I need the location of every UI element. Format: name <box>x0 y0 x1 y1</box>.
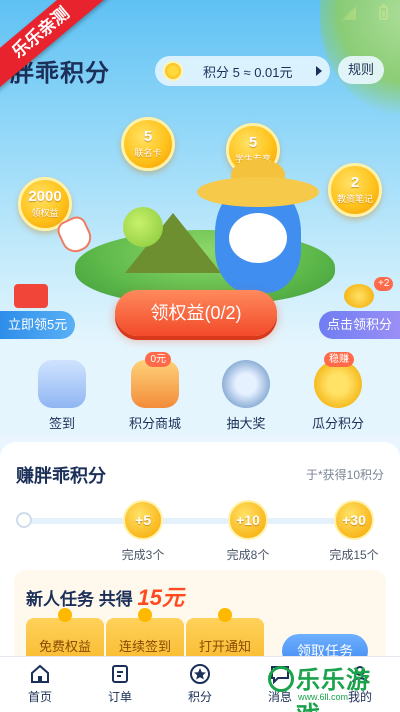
quick-action-badge: 0元 <box>145 352 171 367</box>
quick-actions: 签到 0元 积分商城 抽大奖 稳赚 瓜分积分 <box>0 345 400 435</box>
play-arrow-icon <box>316 66 322 76</box>
quick-action-label: 积分商城 <box>128 416 181 431</box>
star-coin-icon <box>163 61 183 81</box>
star-circle-icon <box>189 663 211 685</box>
quick-action-label: 瓜分积分 <box>311 416 364 431</box>
newbie-amount: 15元 <box>137 585 184 610</box>
home-icon <box>29 663 51 685</box>
calendar-icon <box>38 360 86 408</box>
gift-label: 打开通知 <box>198 639 251 654</box>
bubble-label: 联名卡 <box>134 148 162 158</box>
progress-start-dot <box>16 512 32 528</box>
collect-points-button[interactable]: 点击领积分 <box>318 311 400 339</box>
watermark-brand: 乐乐游戏 <box>296 667 371 712</box>
progress-track <box>22 518 362 524</box>
bubble-value: 5 <box>248 134 258 151</box>
earn-subtitle: 于*获得10积分 <box>305 468 384 482</box>
quick-action-points-mall[interactable]: 0元 积分商城 <box>115 352 195 432</box>
tab-label: 积分 <box>187 690 212 704</box>
points-balance-text: 积分 5 ≈ 0.01元 <box>203 64 293 80</box>
rules-button[interactable]: 规则 <box>338 56 384 84</box>
claim-benefits-button[interactable]: 领权益(0/2) <box>115 290 277 336</box>
island-illustration <box>55 159 355 305</box>
newbie-title-text: 新人任务 共得 <box>26 590 133 609</box>
order-icon <box>109 663 131 685</box>
watermark-url: www.6ll.com <box>298 692 349 702</box>
shop-icon: 0元 <box>131 352 179 408</box>
tab-home[interactable]: 首页 <box>0 657 80 712</box>
newbie-title: 新人任务 共得 15元 <box>26 580 184 612</box>
milestone[interactable]: +5 完成3个 <box>103 500 183 563</box>
prize-wheel-icon <box>222 360 270 408</box>
quick-action-label: 签到 <box>48 416 75 431</box>
quick-action-lottery[interactable]: 抽大奖 <box>206 360 286 432</box>
bubble-value: 5 <box>143 128 153 145</box>
milestone-label: 完成15个 <box>329 548 379 562</box>
milestone-label: 完成3个 <box>121 548 165 562</box>
claim-5-yuan-button[interactable]: 立即领5元 <box>0 311 76 339</box>
milestone-reward: +5 <box>123 500 163 540</box>
milestone-label: 完成8个 <box>226 548 270 562</box>
penguin-mascot-icon <box>197 159 319 293</box>
tab-orders[interactable]: 订单 <box>80 657 160 712</box>
tab-label: 首页 <box>27 690 52 704</box>
coin-badge: +2 <box>374 277 394 291</box>
frog-mascot-icon <box>123 207 163 247</box>
coin-pile-icon: 稳赚 <box>314 352 362 408</box>
red-envelope-icon <box>14 284 48 308</box>
milestone[interactable]: +30 完成15个 <box>314 500 394 563</box>
reward-bubble-co-brand-card[interactable]: 5 联名卡 <box>121 117 175 171</box>
coin-stack-icon <box>344 284 374 308</box>
quick-action-share-points[interactable]: 稳赚 瓜分积分 <box>298 352 378 432</box>
quick-action-label: 抽大奖 <box>226 416 266 431</box>
gift-label: 连续签到 <box>118 639 171 654</box>
quick-action-badge: 稳赚 <box>324 352 354 367</box>
milestone[interactable]: +10 完成8个 <box>208 500 288 563</box>
bubble-value: 2 <box>350 174 360 191</box>
milestone-reward: +10 <box>228 500 268 540</box>
earn-title: 赚胖乖积分 <box>16 466 106 486</box>
tab-points[interactable]: 积分 <box>160 657 240 712</box>
watermark-logo: 乐乐游戏 www.6ll.com <box>268 658 394 712</box>
gift-label: 免费权益 <box>38 639 91 654</box>
points-balance-pill[interactable]: 积分 5 ≈ 0.01元 <box>155 56 330 86</box>
watermark-logo-icon <box>268 666 294 692</box>
quick-action-checkin[interactable]: 签到 <box>22 360 102 432</box>
milestone-reward: +30 <box>334 500 374 540</box>
tab-label: 订单 <box>107 690 132 704</box>
